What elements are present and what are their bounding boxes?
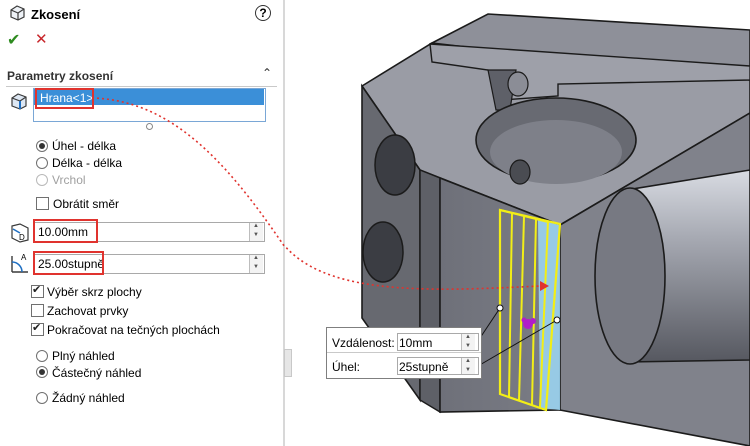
section-divider — [6, 86, 277, 87]
partial-preview-label: Částečný náhled — [52, 366, 142, 380]
full-preview-label: Plný náhled — [52, 349, 115, 363]
help-icon[interactable]: ? — [255, 5, 271, 21]
callout-divider — [327, 352, 481, 353]
radio-vertex-label: Vrchol — [52, 173, 86, 187]
chevron-up-icon[interactable]: ⌃ — [262, 66, 272, 80]
radio-partial-preview[interactable] — [36, 366, 48, 378]
radio-no-preview[interactable] — [36, 392, 48, 404]
distance-spinner[interactable] — [249, 223, 263, 241]
angle-icon-letter: A — [21, 253, 27, 262]
flip-direction-checkbox[interactable] — [36, 197, 49, 210]
chamfer-feature-icon — [10, 5, 25, 21]
keep-features-checkbox[interactable] — [31, 304, 44, 317]
resize-handle-icon[interactable] — [146, 123, 153, 130]
graphics-viewport[interactable] — [285, 0, 750, 446]
radio-angle-distance-label: Úhel - délka — [52, 139, 117, 153]
section-title: Parametry zkosení — [7, 69, 114, 83]
select-through-faces-checkbox[interactable] — [31, 283, 44, 298]
angle-highlight-box — [33, 251, 104, 275]
ok-button[interactable]: ✔ — [7, 30, 20, 50]
callout-distance-value: 10mm — [399, 336, 433, 350]
callout-distance-label: Vzdálenost: — [332, 336, 395, 350]
callout-angle-value: 25stupně — [399, 360, 449, 374]
cancel-button[interactable]: ✕ — [35, 30, 48, 48]
tangent-propagation-label: Pokračovat na tečných plochách — [47, 323, 220, 337]
distance-highlight-box — [33, 219, 98, 243]
flip-direction-label: Obrátit směr — [53, 197, 120, 211]
edge-selection-icon — [11, 93, 27, 110]
radio-full-preview[interactable] — [36, 350, 48, 362]
radio-distance-distance-label: Délka - délka — [52, 156, 123, 170]
select-through-faces-label: Výběr skrz plochy — [47, 285, 142, 299]
keep-features-label: Zachovat prvky — [47, 304, 129, 318]
distance-icon-letter: D — [19, 233, 25, 242]
edge-highlight-box — [35, 88, 94, 109]
callout-angle-label: Úhel: — [332, 360, 361, 374]
radio-distance-distance[interactable] — [36, 157, 48, 169]
tangent-propagation-checkbox[interactable] — [31, 321, 44, 336]
property-manager-panel: Zkosení ? ✔ ✕ Parametry zkosení ⌃ Hrana<… — [0, 0, 283, 446]
no-preview-label: Žádný náhled — [52, 391, 125, 405]
dimension-callout: Vzdálenost: 10mm Úhel: 25stupně — [326, 327, 482, 379]
angle-dimension-icon — [11, 256, 28, 273]
callout-angle-spinner[interactable] — [461, 358, 475, 374]
radio-vertex — [36, 174, 48, 186]
panel-title: Zkosení — [31, 7, 81, 22]
angle-spinner[interactable] — [249, 255, 263, 273]
callout-distance-spinner[interactable] — [461, 334, 475, 350]
radio-angle-distance[interactable] — [36, 140, 48, 152]
